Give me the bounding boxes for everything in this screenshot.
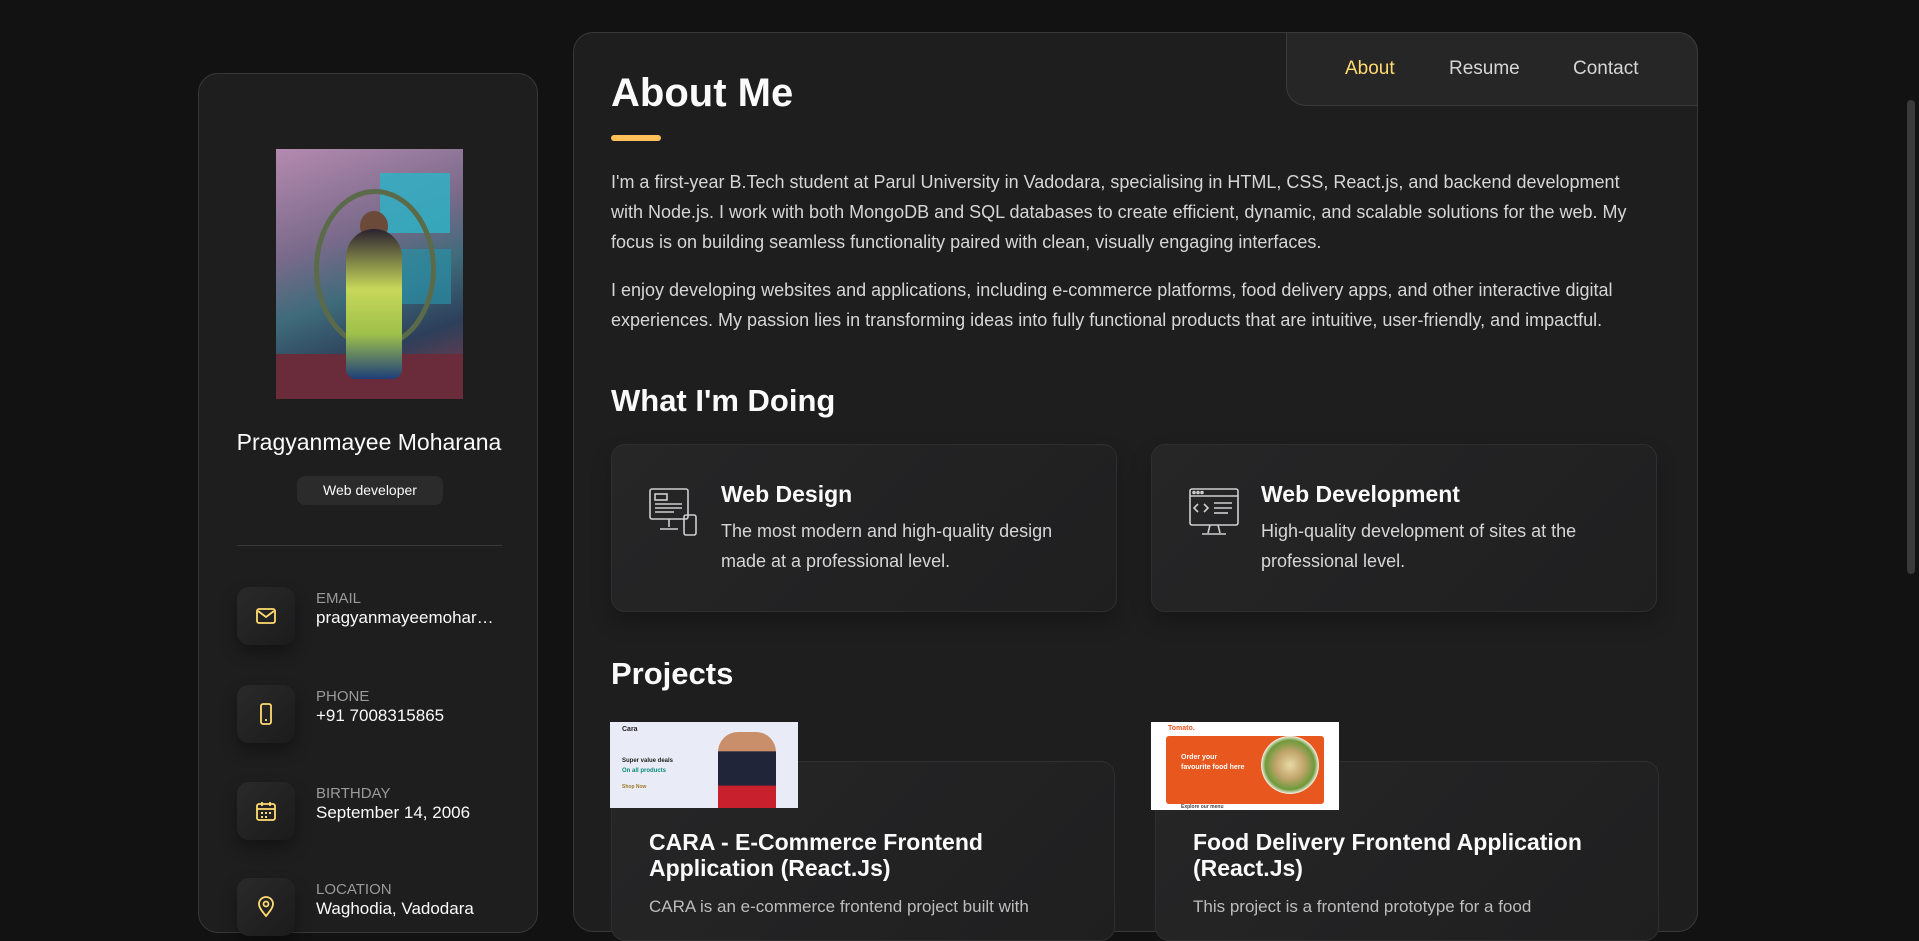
phone-label: PHONE [316, 688, 370, 705]
thumb-line: Order your [1181, 754, 1218, 761]
projects-title: Projects [611, 656, 734, 691]
about-paragraph-2: I enjoy developing websites and applicat… [611, 280, 1613, 330]
project-title[interactable]: CARA - E-Commerce Frontend Application (… [649, 829, 1069, 881]
thumb-line: On all products [622, 768, 667, 774]
mail-icon [237, 587, 295, 645]
email-label: EMAIL [316, 590, 362, 607]
phone-value[interactable]: +91 7008315865 [316, 706, 506, 726]
location-icon [237, 878, 295, 936]
dev-icon [1188, 487, 1240, 539]
birthday-value: September 14, 2006 [316, 803, 471, 822]
thumb-line: Super value deals [622, 758, 674, 764]
project-thumbnail-food[interactable]: Tomato. Order your favourite food here E… [1151, 722, 1339, 810]
thumb-button: Shop Now [622, 784, 647, 790]
nav-resume[interactable]: Resume [1449, 58, 1520, 80]
contact-location: LOCATION Waghodia, Vadodara [237, 878, 527, 938]
phone-icon [237, 685, 295, 743]
about-paragraph-1: I'm a first-year B.Tech student at Parul… [611, 172, 1627, 252]
contact-birthday: BIRTHDAY September 14, 2006 [237, 782, 527, 842]
thumb-line: favourite food here [1181, 764, 1245, 771]
thumb-footer: Explore our menu [1181, 804, 1224, 810]
service-text: The most modern and high-quality design … [721, 521, 1053, 571]
email-value[interactable]: pragyanmayeemohar… [316, 608, 506, 628]
contact-email: EMAIL pragyanmayeemohar… [237, 587, 527, 647]
services-title: What I'm Doing [611, 383, 836, 418]
nav-contact[interactable]: Contact [1573, 58, 1638, 80]
thumb-logo: Cara [622, 726, 638, 733]
project-description: CARA is an e-commerce frontend project b… [649, 897, 1029, 916]
title-underline [611, 135, 661, 141]
service-text: High-quality development of sites at the… [1261, 521, 1577, 571]
service-title: Web Development [1261, 481, 1460, 507]
design-icon [648, 487, 700, 539]
page-title: About Me [611, 71, 794, 115]
role-badge: Web developer [297, 476, 443, 505]
project-thumbnail-cara[interactable]: Cara Super value deals On all products S… [610, 722, 798, 808]
sidebar-separator [237, 545, 502, 546]
calendar-icon [237, 782, 295, 840]
nav-about[interactable]: About [1345, 58, 1395, 80]
birthday-label: BIRTHDAY [316, 785, 391, 802]
project-description: This project is a frontend prototype for… [1193, 897, 1532, 916]
location-value: Waghodia, Vadodara [316, 899, 474, 918]
location-label: LOCATION [316, 881, 392, 898]
project-title[interactable]: Food Delivery Frontend Application (Reac… [1193, 829, 1613, 881]
service-title: Web Design [721, 481, 853, 507]
contact-phone: PHONE +91 7008315865 [237, 685, 527, 745]
navbar: About Resume Contact [1286, 32, 1698, 106]
profile-sidebar: Pragyanmayee Moharana Web developer EMAI… [198, 73, 538, 936]
scrollbar[interactable] [1907, 100, 1915, 574]
profile-name: Pragyanmayee Moharana [236, 429, 502, 455]
avatar [276, 149, 463, 399]
service-card-web-development: Web Development High-quality development… [1151, 444, 1657, 612]
service-card-web-design: Web Design The most modern and high-qual… [611, 444, 1117, 612]
thumb-logo: Tomato. [1168, 725, 1195, 732]
